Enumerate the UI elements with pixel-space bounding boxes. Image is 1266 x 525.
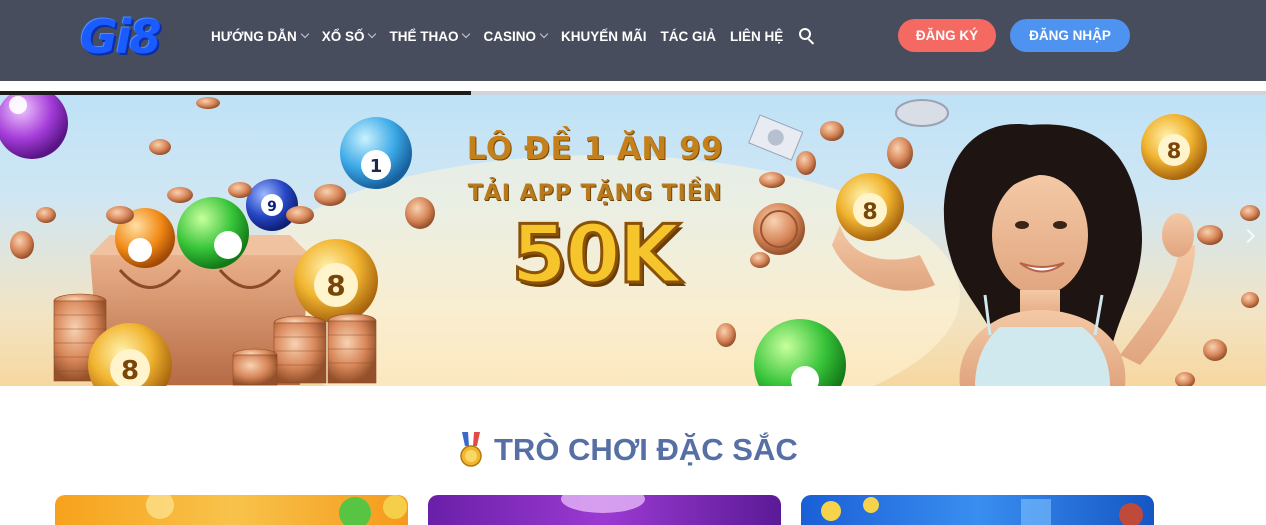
nav-item-khuyen-mai[interactable]: KHUYẾN MÃI — [561, 29, 647, 44]
svg-text:8: 8 — [1167, 139, 1182, 163]
logo-text: Gi8 — [80, 10, 162, 64]
banner-headline: LÔ ĐỀ 1 ĂN 99 TẢI APP TẶNG TIỀN 50K — [440, 131, 750, 301]
nav-item-casino[interactable]: CASINO — [483, 28, 549, 44]
register-button[interactable]: ĐĂNG KÝ — [898, 19, 996, 52]
site-logo[interactable]: Gi8 — [80, 12, 184, 62]
svg-text:8: 8 — [121, 356, 139, 386]
section-title-text: TRÒ CHƠI ĐẶC SẮC — [494, 432, 798, 467]
medal-icon — [460, 432, 482, 467]
login-button[interactable]: ĐĂNG NHẬP — [1010, 19, 1130, 52]
nav-item-label: TÁC GIẢ — [660, 28, 717, 44]
chevron-down-icon — [300, 29, 309, 39]
nav-item-label: KHUYẾN MÃI — [561, 28, 647, 44]
svg-text:8: 8 — [326, 269, 345, 302]
nav-item-xo-so[interactable]: XỔ SỐ — [321, 28, 377, 44]
game-card[interactable] — [428, 495, 781, 525]
game-card[interactable] — [55, 495, 408, 525]
banner-line-1: LÔ ĐỀ 1 ĂN 99 — [466, 131, 724, 167]
nav-item-label: XỔ SỐ — [321, 28, 365, 44]
nav-item-lien-he[interactable]: LIÊN HỆ — [730, 29, 783, 44]
nav-item-the-thao[interactable]: THỂ THAO — [389, 28, 471, 44]
site-header: Gi8 HƯỚNG DẪN XỔ SỐ THỂ THAO CASINO KHUY… — [0, 0, 1266, 81]
game-card-art — [561, 495, 645, 513]
chevron-down-icon — [368, 29, 377, 39]
nav-item-huong-dan[interactable]: HƯỚNG DẪN — [211, 28, 309, 44]
banner-line-3: 50K — [510, 208, 682, 301]
banner-line-2: TẢI APP TẶNG TIỀN — [467, 181, 723, 206]
chevron-down-icon — [462, 29, 471, 39]
main-nav: HƯỚNG DẪN XỔ SỐ THỂ THAO CASINO KHUYẾN M… — [211, 24, 815, 48]
game-card[interactable] — [801, 495, 1154, 525]
svg-text:9: 9 — [267, 199, 277, 215]
nav-item-label: CASINO — [483, 28, 536, 44]
nav-item-tac-gia[interactable]: TÁC GIẢ — [661, 29, 717, 44]
nav-item-label: THỂ THAO — [389, 28, 459, 44]
game-card-art — [821, 497, 1143, 525]
svg-text:1: 1 — [370, 156, 383, 177]
svg-text:8: 8 — [862, 200, 877, 225]
game-card-art — [146, 495, 407, 525]
hero-banner[interactable]: 1 9 8 8 8 8 LÔ ĐỀ 1 ĂN 99 TẢI APP TẶNG T… — [0, 95, 1266, 386]
nav-item-label: HƯỚNG DẪN — [211, 28, 297, 44]
chevron-down-icon — [539, 29, 549, 39]
nav-item-label: LIÊN HỆ — [730, 28, 784, 44]
section-title: TRÒ CHƠI ĐẶC SẮC — [458, 430, 798, 470]
search-icon[interactable] — [799, 28, 815, 45]
